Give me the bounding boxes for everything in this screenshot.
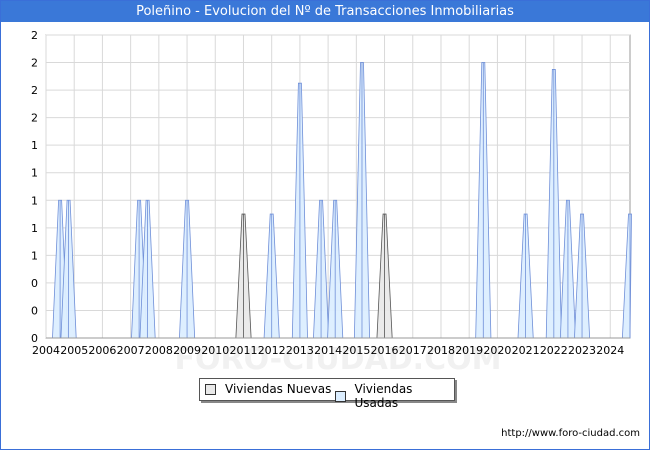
x-tick-label: 2023 [568,344,596,357]
y-tick-label: 1 [31,139,38,152]
y-tick-label: 1 [31,249,38,262]
x-tick-label: 2022 [540,344,568,357]
y-tick-label: 2 [31,57,38,70]
x-tick-label: 2005 [60,344,88,357]
legend-label-usadas: Viviendas Usadas [354,382,413,410]
y-tick-label: 1 [31,194,38,207]
y-tick-label: 0 [31,304,38,317]
x-tick-label: 2011 [229,344,257,357]
x-tick-label: 2019 [455,344,483,357]
x-tick-label: 2018 [427,344,455,357]
legend-swatch-usadas [335,390,346,402]
x-tick-label: 2012 [258,344,286,357]
y-tick-label: 2 [31,112,38,125]
y-tick-label: 1 [31,222,38,235]
x-tick-label: 2017 [399,344,427,357]
legend-swatch-nuevas [205,383,216,395]
x-tick-label: 2008 [145,344,173,357]
x-tick-label: 2004 [32,344,60,357]
x-tick-label: 2016 [371,344,399,357]
legend-item-viviendas-usadas: Viviendas Usadas [335,382,454,410]
y-tick-label: 2 [31,84,38,97]
legend-item-viviendas-nuevas: Viviendas Nuevas [205,382,331,396]
x-tick-label: 2021 [512,344,540,357]
x-tick-label: 2006 [88,344,116,357]
y-tick-label: 0 [31,277,38,290]
y-tick-label: 1 [31,167,38,180]
y-tick-label: 2 [31,29,38,42]
x-tick-label: 2013 [286,344,314,357]
legend-label-nuevas: Viviendas Nuevas [225,382,332,396]
chart-frame: Poleñino - Evolucion del Nº de Transacci… [0,0,650,450]
chart-legend: Viviendas Nuevas Viviendas Usadas [199,378,455,410]
x-tick-label: 2014 [314,344,342,357]
x-tick-label: 2020 [483,344,511,357]
x-tick-label: 2007 [117,344,145,357]
x-tick-label: 2010 [201,344,229,357]
footer-url: http://www.foro-ciudad.com [501,428,640,439]
x-tick-label: 2024 [596,344,624,357]
x-tick-label: 2015 [342,344,370,357]
x-tick-label: 2009 [173,344,201,357]
